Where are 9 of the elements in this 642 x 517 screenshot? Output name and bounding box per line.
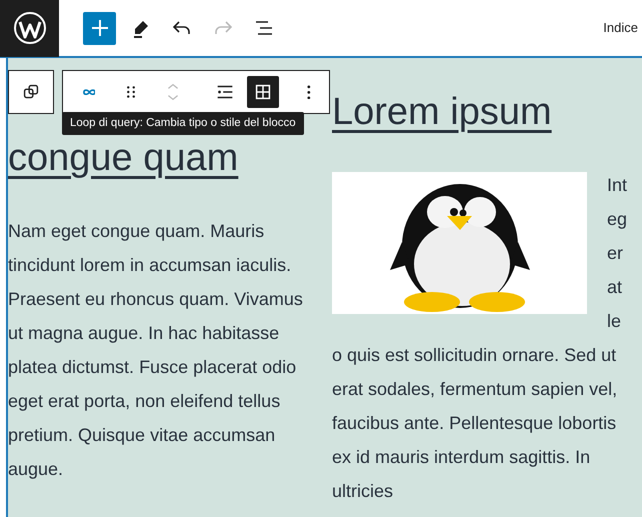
grid-view-button[interactable]: [247, 76, 279, 108]
post-excerpt-start: Integer at le: [607, 174, 628, 333]
logo-icon[interactable]: [12, 11, 46, 45]
tooltip: Loop di query: Cambia tipo o stile del blocco: [62, 112, 304, 136]
outline-link[interactable]: Indice: [603, 18, 638, 38]
add-block-button[interactable]: [83, 12, 116, 44]
post-excerpt: Nam eget congue quam. Mauris tincidunt lorem in accumsan iaculis. Praesent eu rhoncus quam. Vivamus ut magna augue. In hac habitasse platea dictumst. Fusce placerat odio eget erat porta, non eleifend tellus pretium. Quisque vitae accumsan augue.: [8, 220, 304, 481]
post-excerpt: o quis est sollicitudin ornare. Sed ut erat sodales, fermentum sapien vel, faucibus ante. Pellentesque lobortis ex id mauris interdum sagittis. In ultricies: [332, 344, 618, 503]
post-title[interactable]: Lorem ipsum: [332, 86, 630, 138]
